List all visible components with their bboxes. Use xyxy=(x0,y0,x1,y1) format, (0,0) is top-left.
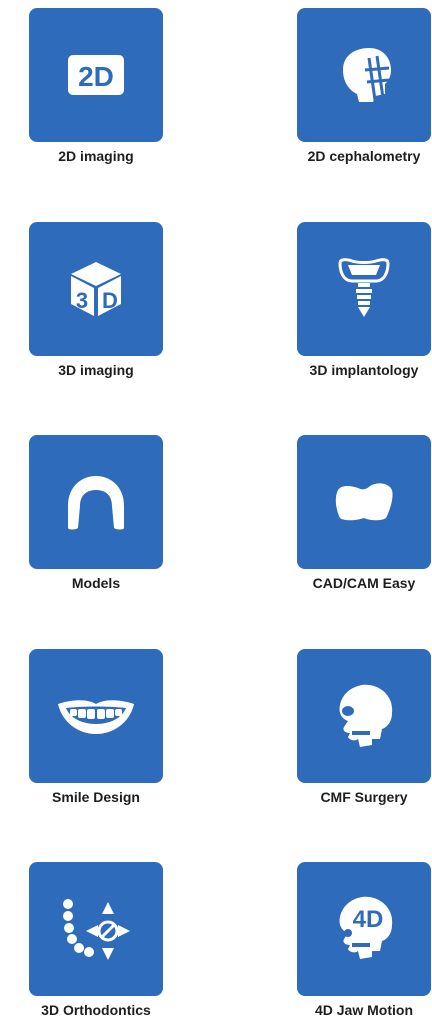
smile-icon xyxy=(29,649,163,783)
skull-icon xyxy=(297,649,431,783)
tile-3d-implantology[interactable]: 3D implantology xyxy=(297,222,431,392)
4d-skull-icon: 4D xyxy=(297,862,431,996)
3d-cube-icon: 3 D xyxy=(29,222,163,356)
tile-3d-imaging[interactable]: 3 D 3D imaging xyxy=(29,222,163,392)
tile-cmf-surgery[interactable]: CMF Surgery xyxy=(297,649,431,819)
tile-2d-cephalometry[interactable]: 2D cephalometry xyxy=(297,8,431,178)
2d-icon: 2D xyxy=(29,8,163,142)
orthodontics-icon xyxy=(29,862,163,996)
skull-ruler-icon xyxy=(297,8,431,142)
tile-models[interactable]: Models xyxy=(29,435,163,605)
svg-text:3: 3 xyxy=(76,288,88,313)
tile-label: 2D cephalometry xyxy=(307,148,421,164)
tile-2d-imaging[interactable]: 2D 2D imaging xyxy=(29,8,163,178)
svg-text:2D: 2D xyxy=(78,61,114,92)
tile-smile-design[interactable]: Smile Design xyxy=(29,649,163,819)
implant-icon xyxy=(297,222,431,356)
tile-label: 3D implantology xyxy=(309,362,419,378)
dental-arch-icon xyxy=(29,435,163,569)
tile-label: 3D imaging xyxy=(58,362,134,378)
tile-label: CAD/CAM Easy xyxy=(312,575,416,591)
tile-cad-cam-easy[interactable]: CAD/CAM Easy xyxy=(297,435,431,605)
tile-3d-orthodontics[interactable]: 3D Orthodontics xyxy=(29,862,163,1032)
tile-label: Smile Design xyxy=(52,789,140,805)
tile-label: 2D imaging xyxy=(58,148,134,164)
tile-label: CMF Surgery xyxy=(320,789,408,805)
svg-text:4D: 4D xyxy=(353,906,384,933)
tile-4d-jaw-motion[interactable]: 4D 4D Jaw Motion xyxy=(297,862,431,1032)
svg-text:D: D xyxy=(102,288,118,313)
tile-label: Models xyxy=(71,575,121,591)
crown-icon xyxy=(297,435,431,569)
